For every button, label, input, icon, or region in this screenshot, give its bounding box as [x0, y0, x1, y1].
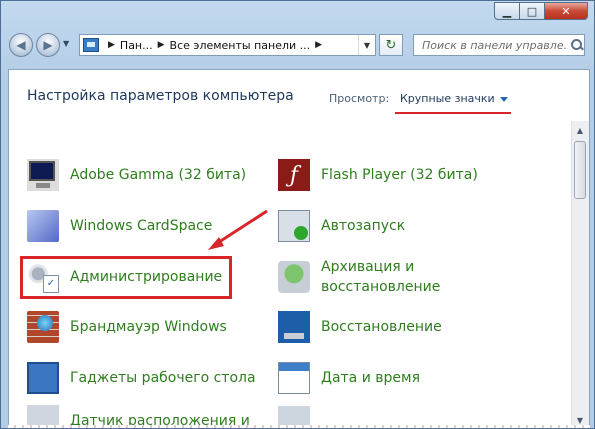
chevron-down-icon: ▼ — [63, 39, 70, 48]
forward-button[interactable]: ▶ — [36, 33, 60, 57]
torn-edge-decoration — [8, 425, 590, 428]
item-adobe-gamma[interactable]: Adobe Gamma (32 бита) — [27, 159, 246, 191]
window-caption-buttons: ▁ □ ✕ — [494, 2, 588, 20]
breadcrumb-item-control-panel[interactable]: Пан... — [120, 39, 153, 52]
arrow-right-icon: ▶ — [43, 38, 53, 52]
item-desktop-gadgets[interactable]: Гаджеты рабочего стола — [27, 362, 256, 394]
item-label-line-2: восстановление — [321, 279, 441, 295]
item-label: Архивация и восстановление — [321, 257, 440, 297]
address-bar[interactable]: ▶ Пан... ▶ Все элементы панели ... ▶ ▼ — [79, 34, 376, 56]
item-windows-firewall[interactable]: Брандмауэр Windows — [27, 311, 227, 343]
breadcrumb-separator-icon: ▶ — [108, 40, 115, 50]
cardspace-icon — [27, 210, 59, 242]
refresh-icon: ↻ — [385, 37, 397, 53]
view-by-label: Просмотр: — [329, 92, 390, 105]
item-label: Flash Player (32 бита) — [321, 167, 478, 183]
autoplay-icon — [278, 210, 310, 242]
breadcrumb-separator-icon[interactable]: ▶ — [315, 40, 322, 50]
item-label: Брандмауэр Windows — [70, 319, 227, 335]
item-label: Adobe Gamma (32 бита) — [70, 167, 247, 183]
item-recovery[interactable]: Восстановление — [278, 311, 442, 343]
minimize-button[interactable]: ▁ — [494, 2, 520, 20]
scroll-up-icon[interactable]: ▲ — [573, 123, 587, 137]
item-label: Дата и время — [321, 370, 420, 386]
recent-pages-dropdown[interactable]: ▼ — [63, 39, 69, 48]
scrollbar-thumb[interactable] — [574, 141, 586, 199]
search-box — [413, 34, 585, 56]
control-panel-window: ▁ □ ✕ ◀ ▶ ▼ ▶ Пан... ▶ Все элементы пане… — [0, 0, 595, 429]
control-panel-icon — [83, 38, 99, 52]
flash-icon: ƒ — [278, 159, 310, 191]
breadcrumb-item-all-items[interactable]: Все элементы панели ... — [170, 39, 311, 52]
content-pane: Настройка параметров компьютера Просмотр… — [8, 69, 590, 428]
item-label: Windows CardSpace — [70, 218, 213, 234]
page-title: Настройка параметров компьютера — [27, 88, 294, 104]
monitor-icon — [27, 159, 59, 191]
item-autoplay[interactable]: Автозапуск — [278, 210, 405, 242]
chevron-down-icon — [499, 96, 508, 102]
recovery-icon — [278, 311, 310, 343]
view-by-value: Крупные значки — [400, 92, 495, 105]
arrow-shaft — [215, 209, 268, 246]
refresh-button[interactable]: ↻ — [379, 34, 403, 56]
back-button[interactable]: ◀ — [9, 33, 33, 57]
item-date-time[interactable]: Дата и время — [278, 362, 420, 394]
backup-icon — [278, 261, 310, 293]
firewall-icon — [27, 311, 59, 343]
item-label: Автозапуск — [321, 218, 406, 234]
chevron-down-icon: ▼ — [363, 40, 371, 50]
item-label-line-1: Архивация и — [321, 259, 415, 275]
gadgets-icon — [27, 362, 59, 394]
address-dropdown-button[interactable]: ▼ — [358, 35, 375, 55]
highlight-box-annotation — [20, 256, 232, 299]
vertical-scrollbar[interactable]: ▲ ▼ — [571, 121, 589, 428]
calendar-icon — [278, 362, 310, 394]
search-input[interactable] — [420, 37, 571, 53]
item-label: Гаджеты рабочего стола — [70, 370, 256, 386]
view-by-dropdown[interactable]: Крупные значки — [400, 92, 508, 105]
item-label: Восстановление — [321, 319, 442, 335]
item-flash-player[interactable]: ƒ Flash Player (32 бита) — [278, 159, 478, 191]
arrow-left-icon: ◀ — [16, 38, 26, 52]
breadcrumb-separator-icon[interactable]: ▶ — [158, 40, 165, 50]
view-by-underline-annotation — [395, 112, 511, 114]
item-windows-cardspace[interactable]: Windows CardSpace — [27, 210, 212, 242]
navigation-bar: ◀ ▶ ▼ ▶ Пан... ▶ Все элементы панели ...… — [9, 31, 589, 63]
search-icon[interactable] — [570, 38, 584, 52]
maximize-button[interactable]: □ — [519, 2, 545, 20]
item-backup-restore[interactable]: Архивация и восстановление — [278, 257, 440, 297]
close-button[interactable]: ✕ — [544, 2, 588, 20]
